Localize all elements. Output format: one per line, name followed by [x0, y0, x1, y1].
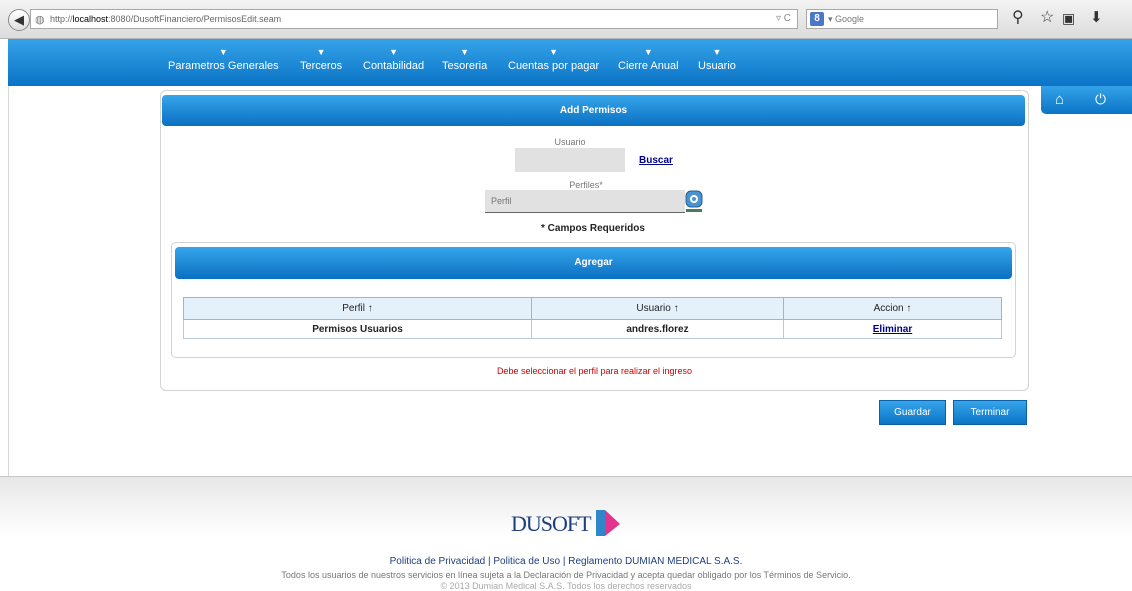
menu-label: Parametros Generales	[168, 60, 279, 72]
chevron-down-icon: ▼	[712, 47, 722, 57]
menu-label: Tesoreria	[442, 60, 488, 72]
menu-label: Cuentas por pagar	[508, 60, 600, 72]
search-engine-icon[interactable]: 8	[810, 12, 824, 26]
page-title: Add Permisos	[162, 95, 1025, 126]
menu-tesoreria[interactable]: ▼ Tesoreria	[442, 47, 487, 72]
cell-perfil: Permisos Usuarios	[183, 319, 532, 339]
menu-label: Contabilidad	[363, 60, 425, 72]
menu-contabilidad[interactable]: ▼ Contabilidad	[363, 47, 424, 72]
footer-copyright: © 2013 Dumian Medical S.A.S. Todos los d…	[440, 581, 692, 591]
download-icon[interactable]: ⬇	[1090, 9, 1103, 27]
chevron-down-icon: ▼	[316, 47, 326, 57]
buscar-link[interactable]: Buscar	[639, 155, 673, 166]
col-usuario[interactable]: Usuario ↑	[531, 297, 784, 320]
search-icon[interactable]: ⚲	[1012, 9, 1024, 27]
chevron-down-icon: ▼	[460, 47, 470, 57]
menu-terceros[interactable]: ▼ Terceros	[300, 47, 342, 72]
url-bar[interactable]: ◍ http://localhost:8080/DusoftFinanciero…	[30, 9, 798, 29]
menu-label: Cierre Anual	[618, 60, 679, 72]
back-arrow-icon[interactable]: ◀	[8, 9, 30, 31]
left-divider	[8, 86, 9, 476]
error-message: Debe seleccionar el perfil para realizar…	[496, 366, 693, 376]
dusoft-logo: DUSOFT	[511, 507, 624, 541]
logo-text: DUSOFT	[511, 511, 592, 536]
perfiles-label: Perfiles*	[569, 180, 603, 190]
bookmarks-icon[interactable]: ▣	[1062, 9, 1075, 27]
main-menu: ▼ Parametros Generales ▼ Terceros ▼ Contabi…	[8, 39, 1132, 86]
table-row: Permisos Usuarios andres.florez Eliminar	[183, 319, 1002, 339]
reload-icon[interactable]: ▿ C	[776, 13, 791, 24]
search-list-icon	[685, 190, 703, 212]
perfil-picker-button[interactable]	[685, 190, 703, 212]
col-perfil[interactable]: Perfil ↑	[183, 297, 532, 320]
footer-links[interactable]: Politica de Privacidad | Politica de Uso…	[0, 556, 1132, 567]
usuario-field[interactable]	[515, 148, 625, 172]
url-text: http://localhost:8080/DusoftFinanciero/P…	[50, 14, 282, 24]
logo-arrow-icon	[595, 510, 620, 536]
menu-label: Terceros	[300, 60, 343, 72]
usuario-label: Usuario	[554, 137, 586, 147]
search-placeholder: ▾ Google	[828, 14, 865, 24]
permisos-table: Perfil ↑ Usuario ↑ Accion ↑ Permisos Usu…	[183, 297, 1002, 339]
footer-legal-text: Todos los usuarios de nuestros servicios…	[281, 570, 851, 580]
chevron-down-icon: ▼	[218, 47, 228, 57]
cell-usuario: andres.florez	[531, 319, 784, 339]
menu-label: Usuario	[698, 60, 736, 72]
search-box[interactable]: 8 ▾ Google	[806, 9, 998, 29]
perfil-field[interactable]	[485, 190, 685, 213]
browser-toolbar: ◀ ◍ http://localhost:8080/DusoftFinancie…	[0, 0, 1132, 39]
chevron-down-icon: ▼	[549, 47, 559, 57]
required-fields-note: * Campos Requeridos	[541, 223, 645, 234]
col-accion[interactable]: Accion ↑	[783, 297, 1002, 320]
quick-actions: ⌂ ⏻	[1041, 86, 1132, 114]
menu-cierre-anual[interactable]: ▼ Cierre Anual	[618, 47, 679, 72]
guardar-button[interactable]: Guardar	[879, 400, 946, 425]
star-icon[interactable]: ☆	[1040, 9, 1054, 27]
cell-accion: Eliminar	[783, 319, 1002, 339]
chevron-down-icon: ▼	[643, 47, 653, 57]
home-icon[interactable]: ⌂	[1055, 91, 1064, 108]
menu-cuentas-por-pagar[interactable]: ▼ Cuentas por pagar	[508, 47, 599, 72]
eliminar-link[interactable]: Eliminar	[873, 324, 912, 335]
power-icon[interactable]: ⏻	[1095, 91, 1106, 108]
agregar-header: Agregar	[175, 247, 1012, 279]
chevron-down-icon: ▼	[389, 47, 399, 57]
globe-icon: ◍	[35, 14, 45, 26]
table-header-row: Perfil ↑ Usuario ↑ Accion ↑	[183, 297, 1002, 320]
menu-usuario[interactable]: ▼ Usuario	[698, 47, 736, 72]
menu-parametros-generales[interactable]: ▼ Parametros Generales	[168, 47, 279, 72]
terminar-button[interactable]: Terminar	[953, 400, 1027, 425]
